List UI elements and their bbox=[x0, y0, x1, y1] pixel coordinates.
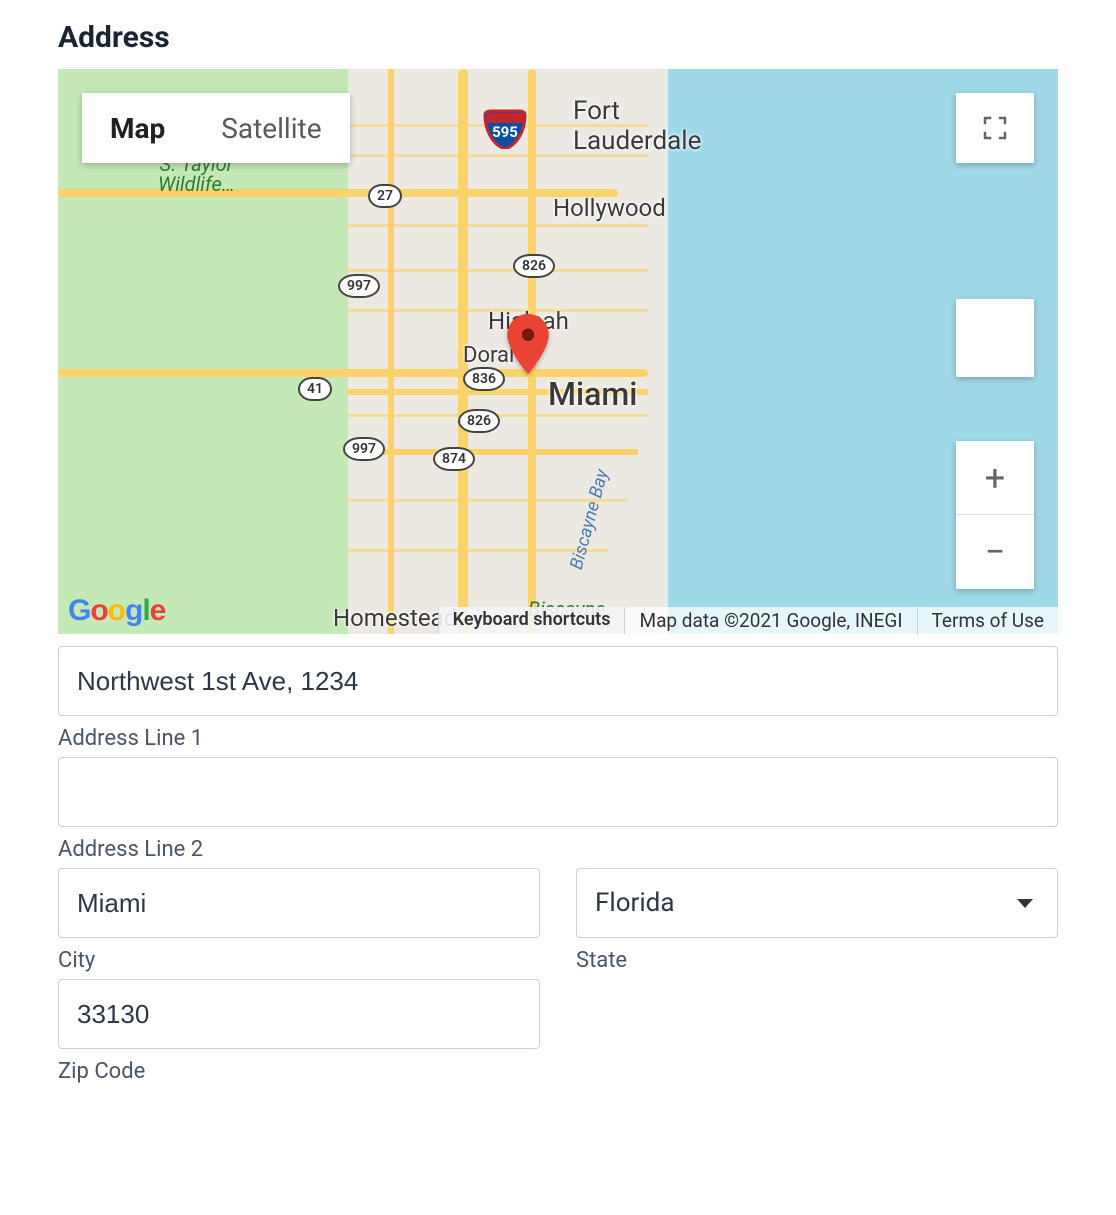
state-select[interactable]: Florida bbox=[576, 868, 1058, 938]
highway-shield: 836 bbox=[463, 367, 505, 391]
address-line-2-input[interactable] bbox=[58, 757, 1058, 827]
address-form: Address Line 1 Address Line 2 City Flori… bbox=[58, 646, 1058, 1084]
map-type-toggle: Map Satellite bbox=[82, 93, 350, 163]
address-line-1-label: Address Line 1 bbox=[58, 726, 1058, 751]
map-data-attribution: Map data ©2021 Google, INEGI bbox=[624, 607, 916, 634]
zoom-in-button[interactable] bbox=[956, 441, 1034, 515]
map-city-label: Miami bbox=[548, 375, 637, 413]
highway-shield: 997 bbox=[343, 437, 385, 461]
terms-of-use-link[interactable]: Terms of Use bbox=[917, 607, 1058, 634]
map-type-map-button[interactable]: Map bbox=[82, 93, 193, 163]
highway-shield: 997 bbox=[338, 274, 380, 298]
section-title: Address bbox=[58, 20, 1058, 55]
zoom-out-button[interactable] bbox=[956, 515, 1034, 589]
city-input[interactable] bbox=[58, 868, 540, 938]
map-marker-icon bbox=[507, 314, 549, 378]
keyboard-shortcuts-link[interactable]: Keyboard shortcuts bbox=[438, 607, 625, 634]
svg-text:595: 595 bbox=[492, 123, 518, 141]
highway-shield: 826 bbox=[513, 254, 555, 278]
state-select-value: Florida bbox=[595, 888, 674, 918]
zoom-control bbox=[956, 441, 1034, 589]
map-canvas[interactable]: S. TaylorWildlife… FortLauderdale Hollyw… bbox=[58, 69, 1058, 634]
highway-shield: 874 bbox=[433, 447, 475, 471]
chevron-down-icon bbox=[1017, 899, 1033, 908]
zip-label: Zip Code bbox=[58, 1059, 540, 1084]
map-city-label: FortLauderdale bbox=[573, 96, 701, 156]
highway-shield: 27 bbox=[368, 184, 402, 208]
interstate-shield-icon: 595 bbox=[483, 109, 527, 149]
streetview-pegman-button[interactable] bbox=[956, 299, 1034, 377]
google-logo: Google bbox=[68, 594, 165, 628]
address-line-1-input[interactable] bbox=[58, 646, 1058, 716]
highway-shield: 41 bbox=[298, 377, 332, 401]
city-label: City bbox=[58, 948, 540, 973]
state-label: State bbox=[576, 948, 1058, 973]
map-attribution-bar: Keyboard shortcuts Map data ©2021 Google… bbox=[438, 607, 1058, 634]
fullscreen-button[interactable] bbox=[956, 93, 1034, 163]
fullscreen-icon bbox=[980, 113, 1010, 143]
highway-shield: 826 bbox=[458, 409, 500, 433]
map-road bbox=[348, 224, 648, 227]
map-type-satellite-button[interactable]: Satellite bbox=[193, 93, 349, 163]
address-line-2-label: Address Line 2 bbox=[58, 837, 1058, 862]
map-city-label: Hollywood bbox=[553, 194, 666, 222]
map-road bbox=[348, 269, 648, 272]
zip-input[interactable] bbox=[58, 979, 540, 1049]
